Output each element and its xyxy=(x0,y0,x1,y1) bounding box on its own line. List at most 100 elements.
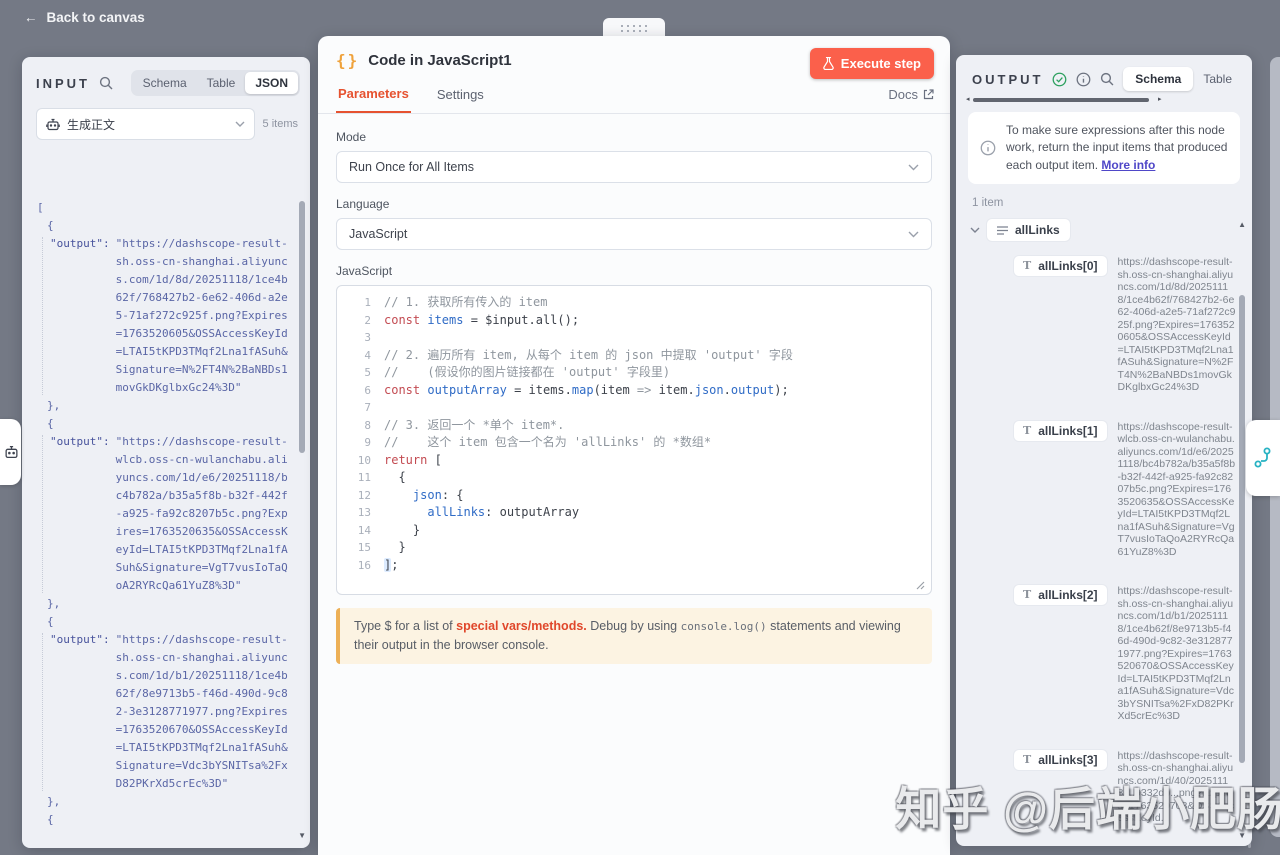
info-circle-icon xyxy=(980,140,996,156)
schema-field-pill[interactable]: TallLinks[1] xyxy=(1014,421,1107,441)
code-editor[interactable]: 1// 1. 获取所有传入的 item2const items = $input… xyxy=(336,285,932,595)
input-scrollbar-thumb[interactable] xyxy=(299,201,305,453)
line-number: 11 xyxy=(337,469,384,487)
mode-select[interactable]: Run Once for All Items xyxy=(336,151,932,183)
schema-field-pill[interactable]: TallLinks[3] xyxy=(1014,750,1107,770)
code-token: json xyxy=(695,383,724,397)
scroll-up-icon[interactable]: ▲ xyxy=(1238,221,1246,229)
line-number: 12 xyxy=(337,487,384,505)
schema-field-pill[interactable]: TallLinks[2] xyxy=(1014,585,1107,605)
tab-settings[interactable]: Settings xyxy=(437,87,484,113)
input-tab-table[interactable]: Table xyxy=(197,72,246,94)
info-circle-icon[interactable] xyxy=(1076,72,1091,87)
line-number: 5 xyxy=(337,364,384,382)
execute-step-button[interactable]: Execute step xyxy=(810,48,934,79)
ndv-drag-handle[interactable] xyxy=(603,18,665,38)
scroll-right-icon[interactable]: ▸ xyxy=(1158,95,1162,103)
code-line[interactable]: 14 } xyxy=(337,522,931,540)
output-tab-schema[interactable]: Schema xyxy=(1123,67,1193,91)
search-icon[interactable] xyxy=(99,76,113,90)
output-panel-title: OUTPUT xyxy=(972,72,1043,87)
special-vars-link[interactable]: special vars/methods. xyxy=(456,619,587,633)
scroll-down-icon[interactable]: ▼ xyxy=(1238,832,1246,840)
json-key-value[interactable]: "output":"https://dashscope-result-sh.os… xyxy=(50,235,292,397)
chevron-down-icon xyxy=(235,121,245,127)
code-token: = items. xyxy=(507,383,572,397)
code-token: // (假设你的图片链接都在 'output' 字段里) xyxy=(384,365,670,379)
code-token: ); xyxy=(774,383,788,397)
input-tab-json[interactable]: JSON xyxy=(245,72,298,94)
code-token: : { xyxy=(442,488,464,502)
input-node-tab[interactable] xyxy=(0,419,21,485)
code-line[interactable]: 13 allLinks: outputArray xyxy=(337,504,931,522)
chevron-down-icon xyxy=(908,231,919,238)
language-select[interactable]: JavaScript xyxy=(336,218,932,250)
node-settings-panel: {} Code in JavaScript1 Execute step Para… xyxy=(318,36,950,855)
code-token: = $input.all(); xyxy=(463,313,579,327)
code-text: const outputArray = items.map(item => it… xyxy=(384,382,789,400)
output-schema-tree: allLinks TallLinks[0] https://dashscope-r… xyxy=(970,219,1252,825)
code-line[interactable]: 1// 1. 获取所有传入的 item xyxy=(337,294,931,312)
json-object-open: { xyxy=(47,811,292,829)
code-line[interactable]: 12 json: { xyxy=(337,487,931,505)
tab-parameters[interactable]: Parameters xyxy=(336,86,411,113)
code-line[interactable]: 3 xyxy=(337,329,931,347)
code-text: // 1. 获取所有传入的 item xyxy=(384,294,547,312)
input-panel: INPUT Schema Table JSON xyxy=(22,57,310,848)
input-tab-schema[interactable]: Schema xyxy=(133,72,197,94)
search-icon[interactable] xyxy=(1100,72,1114,86)
schema-root-label: allLinks xyxy=(1015,223,1060,237)
docs-link[interactable]: Docs xyxy=(888,87,934,113)
robot-icon xyxy=(4,445,19,459)
code-token: allLinks xyxy=(427,505,485,519)
code-token: ; xyxy=(391,558,398,572)
json-key-value[interactable]: "output":"https://dashscope-result-wlcb.… xyxy=(50,433,292,595)
code-token: map xyxy=(572,383,594,397)
editor-label: JavaScript xyxy=(336,264,932,278)
output-hscroll-thumb[interactable] xyxy=(973,98,1149,102)
more-info-link[interactable]: More info xyxy=(1101,158,1155,172)
code-token: // 1. 获取所有传入的 item xyxy=(384,295,547,309)
code-line[interactable]: 15 } xyxy=(337,539,931,557)
editor-resize-icon[interactable] xyxy=(915,580,925,590)
code-line[interactable]: 9// 这个 item 包含一个名为 'allLinks' 的 *数组* xyxy=(337,434,931,452)
node-connections-tab[interactable] xyxy=(1246,420,1280,496)
text-type-icon: T xyxy=(1023,424,1031,438)
line-number: 10 xyxy=(337,452,384,470)
code-token: items xyxy=(427,313,463,327)
scroll-left-icon[interactable]: ◂ xyxy=(966,95,970,103)
code-text xyxy=(384,399,391,417)
output-scrollbar-thumb[interactable] xyxy=(1239,295,1245,763)
output-tab-table[interactable]: Table xyxy=(1193,67,1242,91)
drag-dots-icon xyxy=(620,24,648,33)
code-line[interactable]: 6const outputArray = items.map(item => i… xyxy=(337,382,931,400)
scroll-down-icon[interactable]: ▼ xyxy=(298,832,306,840)
schema-root-row[interactable]: allLinks xyxy=(970,219,1252,241)
code-line[interactable]: 10return [ xyxy=(337,452,931,470)
json-value: "https://dashscope-result-sh.oss-cn-shan… xyxy=(116,631,292,793)
code-line[interactable]: 7 xyxy=(337,399,931,417)
input-panel-title: INPUT xyxy=(36,76,90,91)
code-line[interactable]: 5// (假设你的图片链接都在 'output' 字段里) xyxy=(337,364,931,382)
schema-field-pill[interactable]: TallLinks[0] xyxy=(1014,256,1107,276)
schema-field-value: https://dashscope-result-wlcb.oss-cn-wul… xyxy=(1118,421,1236,559)
input-scrollbar[interactable] xyxy=(299,201,305,826)
line-number: 14 xyxy=(337,522,384,540)
output-scrollbar[interactable] xyxy=(1239,233,1245,830)
output-items-count: 1 item xyxy=(972,197,1252,209)
code-line[interactable]: 4// 2. 遍历所有 item, 从每个 item 的 json 中提取 'o… xyxy=(337,347,931,365)
line-number: 16 xyxy=(337,557,384,575)
code-token: const xyxy=(384,383,427,397)
input-source-select[interactable]: 生成正文 xyxy=(36,108,255,140)
chevron-down-icon[interactable] xyxy=(970,227,980,233)
json-key-value[interactable]: "output":"https://dashscope-result-sh.os… xyxy=(50,631,292,793)
output-horizontal-scrollbar[interactable]: ◂ ▸ xyxy=(966,97,1238,104)
code-line[interactable]: 16]; xyxy=(337,557,931,575)
code-line[interactable]: 8// 3. 返回一个 *单个 item*. xyxy=(337,417,931,435)
line-number: 15 xyxy=(337,539,384,557)
back-to-canvas-button[interactable]: ← Back to canvas xyxy=(24,10,145,25)
output-view-switch: Schema Table xyxy=(1123,67,1242,91)
schema-root-pill[interactable]: allLinks xyxy=(987,219,1070,241)
code-line[interactable]: 2const items = $input.all(); xyxy=(337,312,931,330)
code-line[interactable]: 11 { xyxy=(337,469,931,487)
